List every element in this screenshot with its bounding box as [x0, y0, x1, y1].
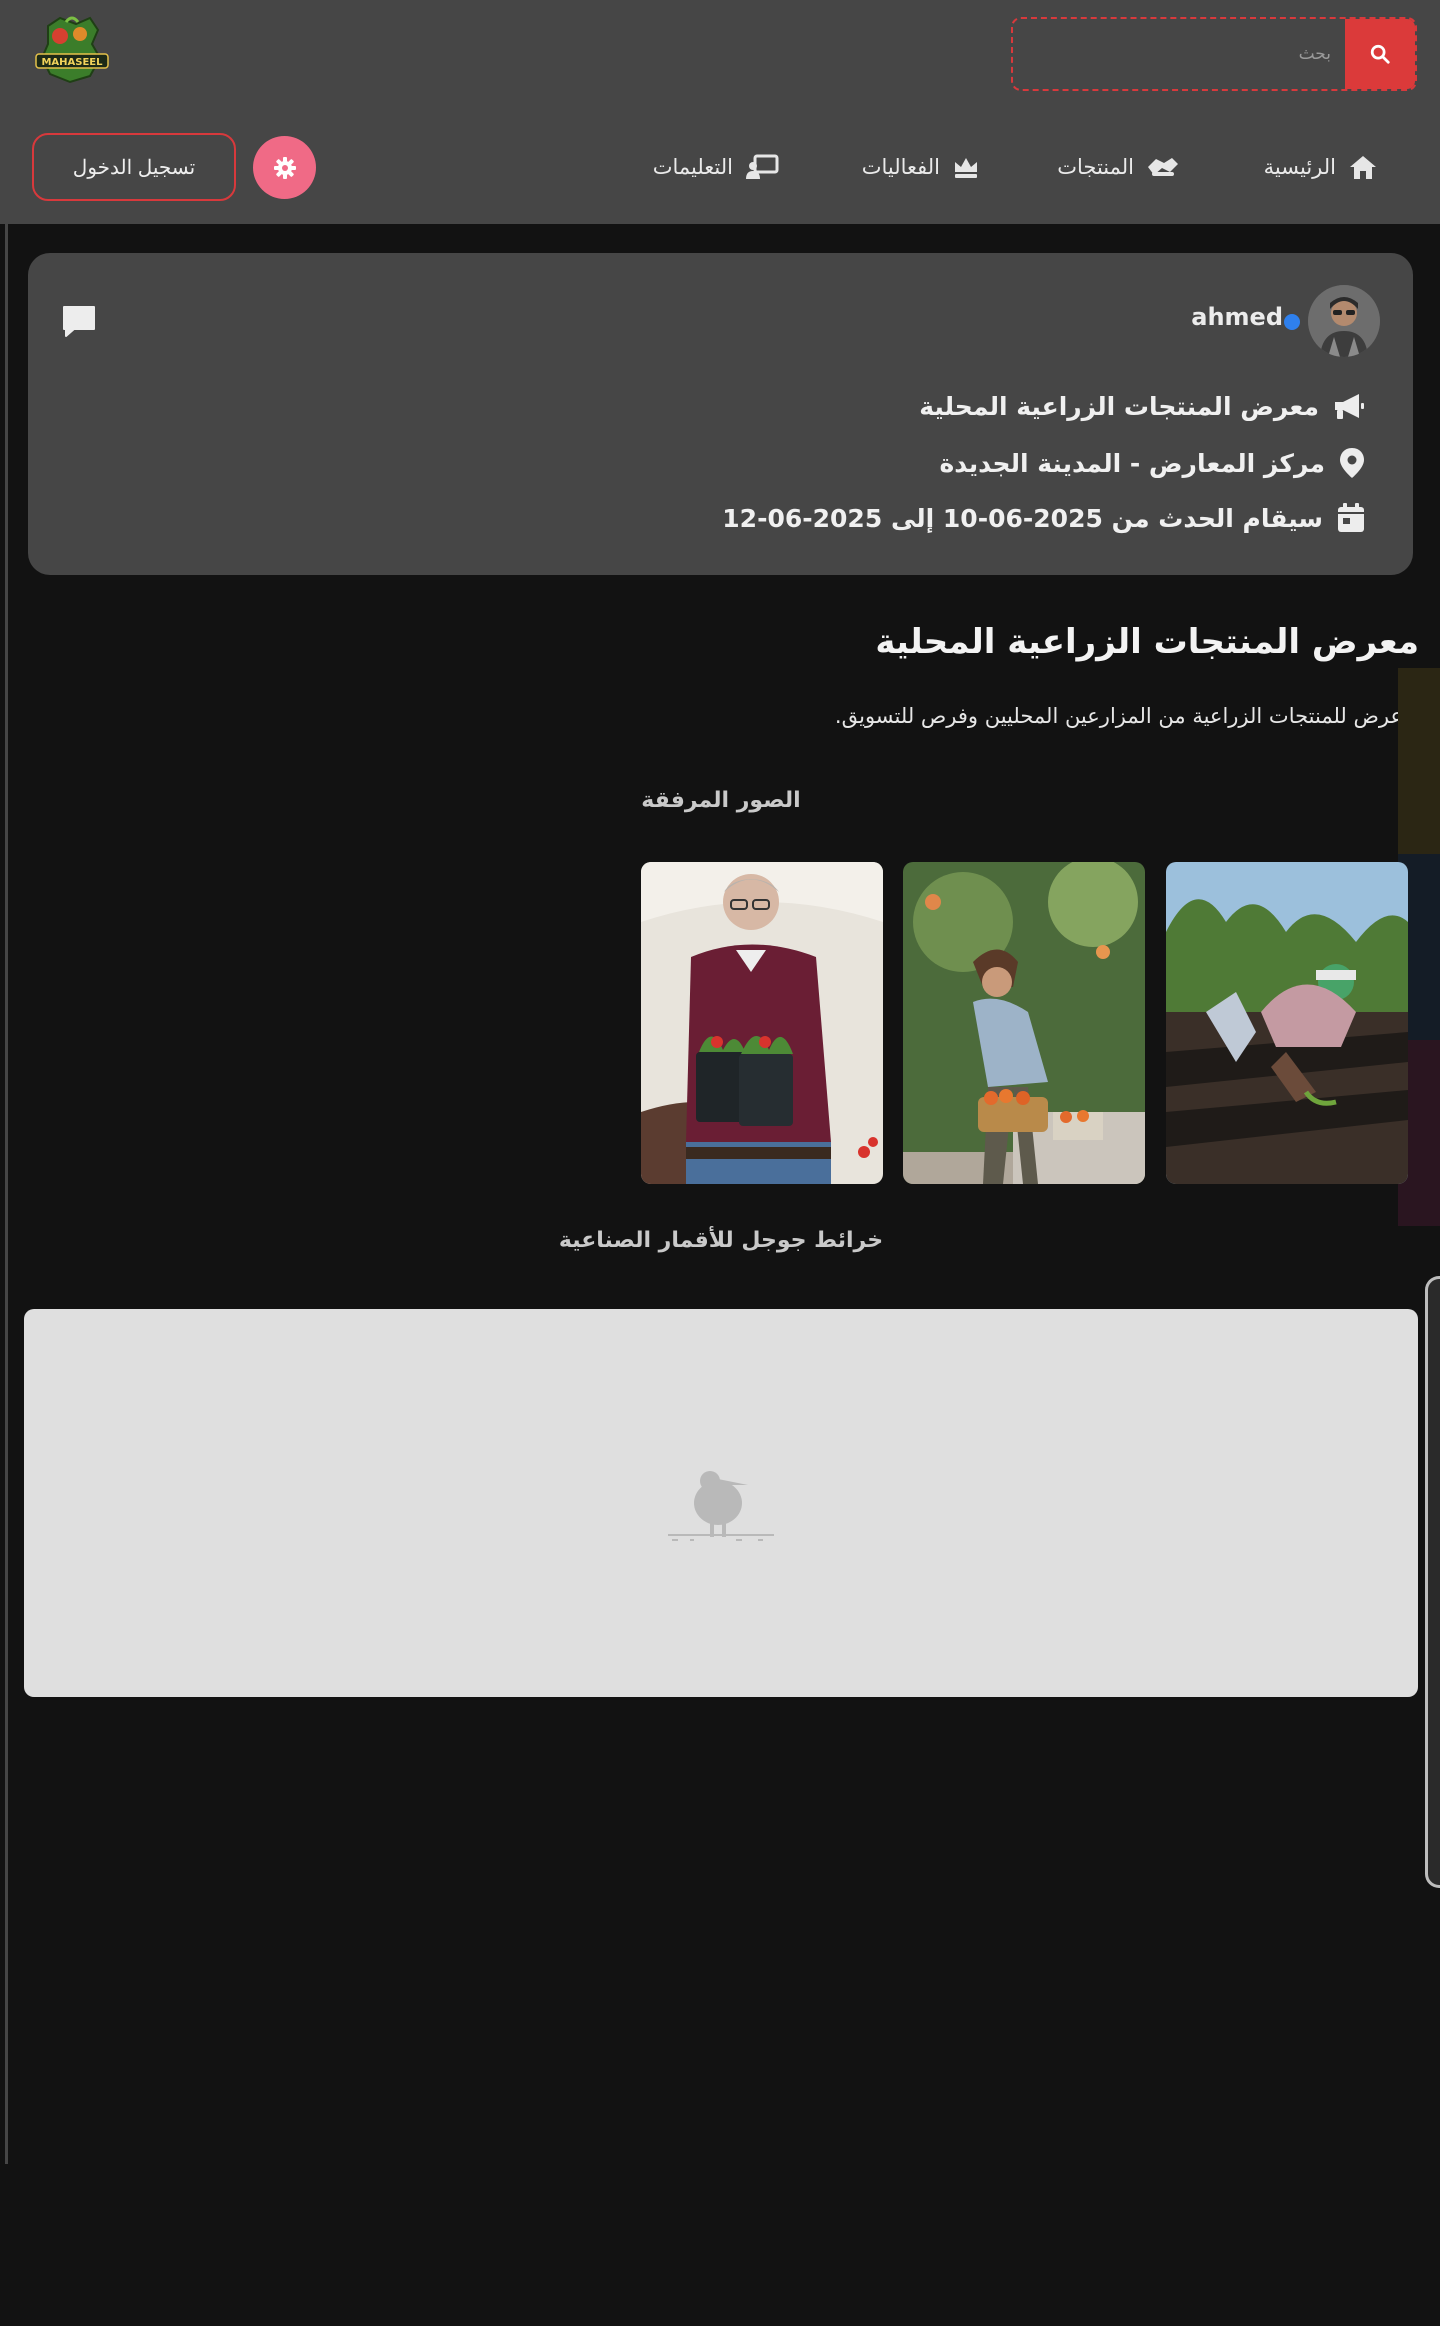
- event-date: سيقام الحدث من 2025-06-10 إلى 2025-06-12: [722, 503, 1323, 533]
- search-icon: [1370, 44, 1390, 64]
- mahaseel-logo-icon[interactable]: MAHASEEL: [30, 14, 114, 88]
- event-location-row: مركز المعارض - المدينة الجديدة: [940, 447, 1365, 479]
- verified-badge-icon: [1284, 314, 1300, 330]
- handshake-icon: [1148, 158, 1178, 176]
- attached-photo-3[interactable]: [641, 862, 883, 1184]
- nav-item-label: التعليمات: [652, 155, 733, 179]
- home-icon: [1350, 156, 1376, 179]
- nav-item-home[interactable]: الرئيسية: [1264, 132, 1378, 202]
- author-name[interactable]: ahmed: [1191, 303, 1283, 331]
- megaphone-icon: [1335, 394, 1364, 419]
- attached-photo-2[interactable]: [903, 862, 1145, 1184]
- search-box[interactable]: [1011, 17, 1417, 91]
- map-section-title: خرائط جوجل للأقمار الصناعية: [558, 1228, 884, 1253]
- event-title: معرض المنتجات الزراعية المحلية: [919, 391, 1319, 421]
- nav-item-events[interactable]: الفعاليات: [862, 132, 980, 202]
- avatar[interactable]: [1308, 285, 1380, 357]
- nav-item-products[interactable]: المنتجات: [1057, 132, 1180, 202]
- google-satellite-map[interactable]: [24, 1309, 1418, 1697]
- nav-item-learn[interactable]: التعليمات: [653, 132, 779, 202]
- attached-photo-1[interactable]: [1166, 862, 1408, 1184]
- event-title-row: معرض المنتجات الزراعية المحلية: [919, 391, 1365, 421]
- search-button[interactable]: [1345, 19, 1415, 89]
- page-title: معرض المنتجات الزراعية المحلية: [875, 622, 1419, 662]
- event-location: مركز المعارض - المدينة الجديدة: [939, 448, 1325, 478]
- gear-icon: [273, 156, 296, 179]
- top-header: MAHASEEL الرئيسية المنتجات الفعاليات الت…: [0, 0, 1440, 224]
- kiwi-placeholder-icon: [668, 1471, 774, 1541]
- event-card: ahmed معرض المنتجات الزراعية المحلية مرك…: [28, 253, 1413, 575]
- photos-section-title: الصور المرفقة: [641, 788, 801, 813]
- event-date-row: سيقام الحدث من 2025-06-10 إلى 2025-06-12: [722, 503, 1365, 533]
- login-button[interactable]: تسجيل الدخول: [32, 133, 236, 201]
- comment-icon[interactable]: [60, 303, 98, 341]
- svg-text:MAHASEEL: MAHASEEL: [41, 57, 103, 68]
- location-pin-icon: [1340, 448, 1364, 478]
- nav-item-label: الرئيسية: [1263, 155, 1336, 179]
- settings-button[interactable]: [253, 136, 316, 199]
- calendar-icon: [1338, 503, 1364, 532]
- side-scroll-handle[interactable]: [1425, 1276, 1440, 1888]
- side-tab[interactable]: [1398, 668, 1440, 854]
- event-description: عرض للمنتجات الزراعية من المزارعين المحل…: [834, 704, 1403, 728]
- crown-icon: [955, 158, 977, 178]
- teacher-icon: [746, 154, 779, 179]
- nav-item-label: المنتجات: [1057, 155, 1134, 179]
- nav-item-label: الفعاليات: [861, 155, 940, 179]
- page-left-border: [5, 224, 8, 2164]
- search-input[interactable]: [1019, 19, 1345, 89]
